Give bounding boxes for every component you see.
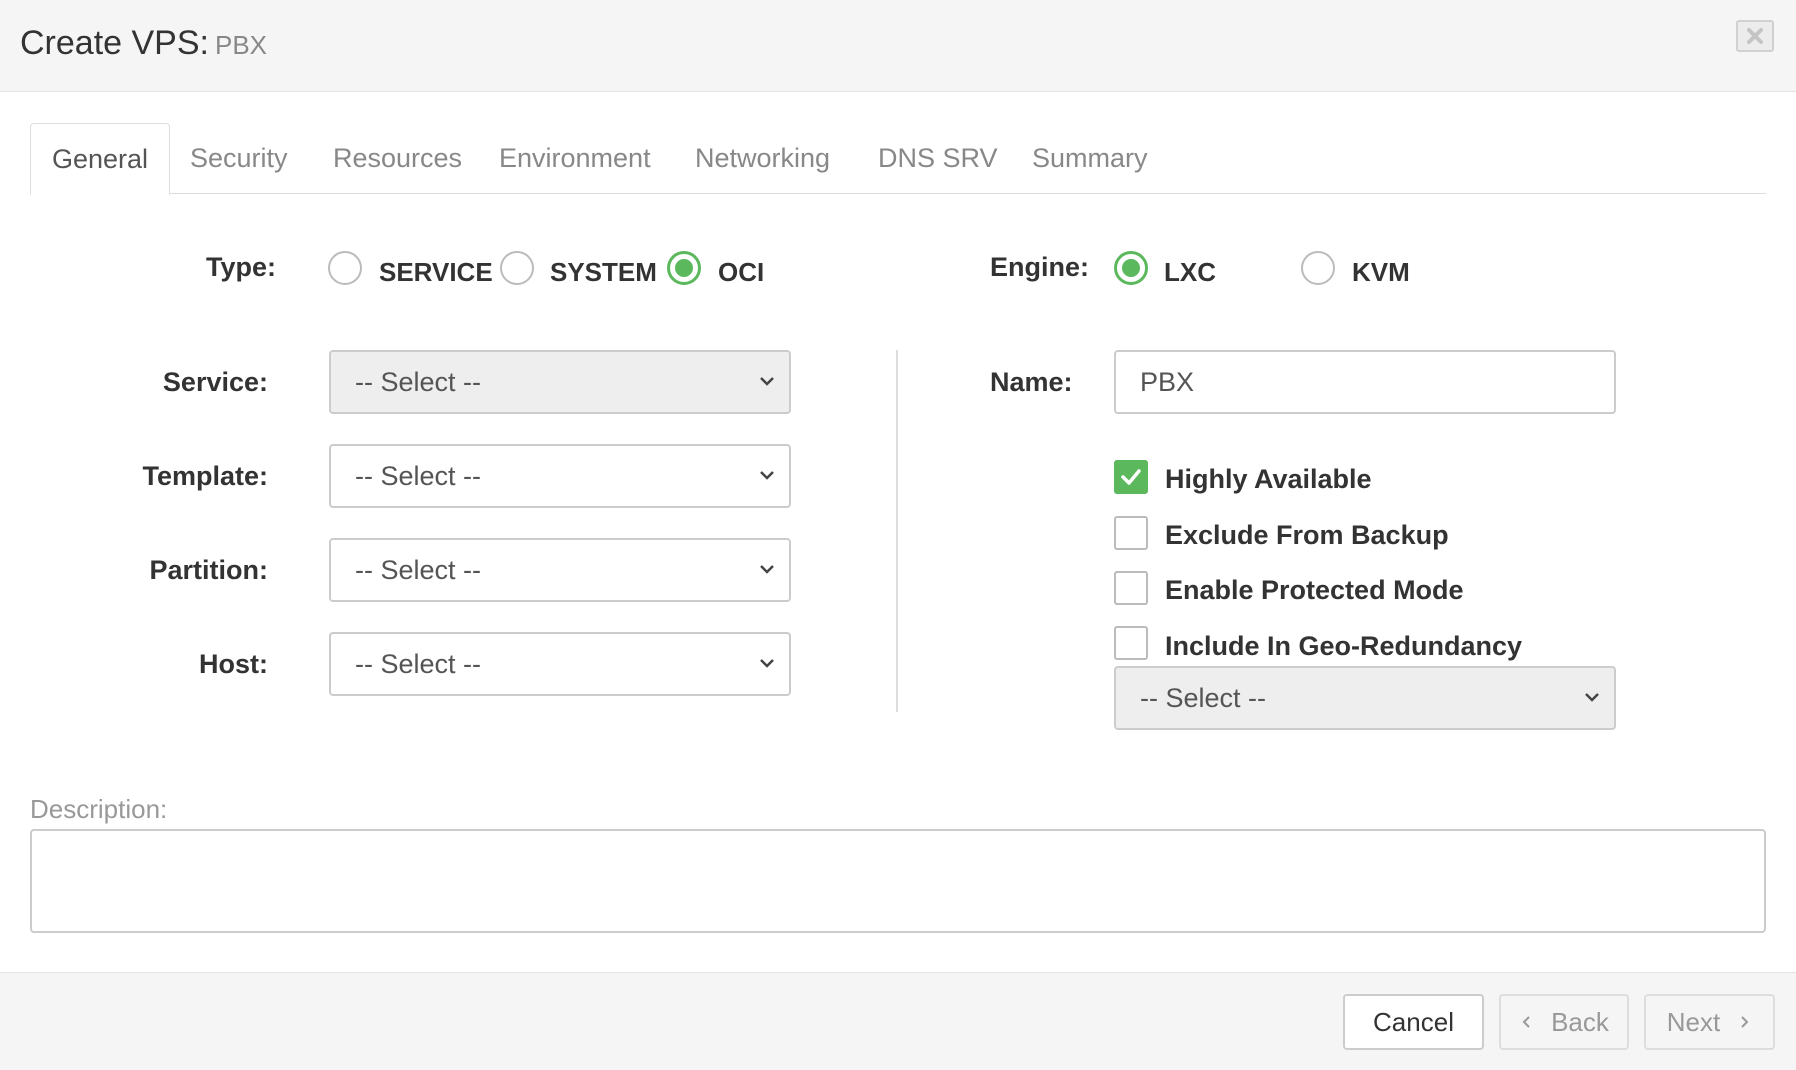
name-input[interactable]: PBX bbox=[1114, 350, 1616, 414]
next-button-label: Next bbox=[1666, 1006, 1721, 1037]
service-select-value: -- Select -- bbox=[355, 367, 482, 397]
engine-option-kvm-label: KVM bbox=[1352, 257, 1410, 287]
description-label: Description: bbox=[30, 794, 168, 824]
type-option-system-label: SYSTEM bbox=[550, 257, 657, 287]
tab-summary[interactable]: Summary bbox=[1032, 123, 1148, 194]
tab-environment[interactable]: Environment bbox=[499, 123, 651, 194]
geo-redundancy-select-value: -- Select -- bbox=[1140, 683, 1267, 713]
host-label: Host: bbox=[199, 649, 268, 679]
tab-security[interactable]: Security bbox=[190, 123, 288, 194]
partition-select-value: -- Select -- bbox=[355, 555, 482, 585]
chevron-right-icon bbox=[1741, 1016, 1749, 1028]
cancel-button[interactable]: Cancel bbox=[1343, 994, 1484, 1050]
type-radio-oci[interactable] bbox=[667, 251, 701, 285]
description-textarea[interactable] bbox=[30, 829, 1766, 933]
engine-label: Engine: bbox=[990, 252, 1089, 282]
geo-redundancy-select[interactable]: -- Select -- bbox=[1114, 666, 1616, 730]
highly-available-checkbox[interactable] bbox=[1114, 460, 1148, 494]
chevron-down-icon bbox=[1585, 693, 1599, 702]
template-select[interactable]: -- Select -- bbox=[329, 444, 791, 508]
tab-dns-srv[interactable]: DNS SRV bbox=[878, 123, 998, 194]
include-geo-redundancy-checkbox[interactable] bbox=[1114, 626, 1148, 660]
dialog-title: Create VPS: PBX bbox=[20, 24, 267, 63]
tab-resources[interactable]: Resources bbox=[333, 123, 462, 194]
partition-label: Partition: bbox=[149, 555, 269, 585]
type-label: Type: bbox=[206, 252, 277, 282]
dialog-title-text: Create VPS: bbox=[20, 24, 209, 62]
tab-general[interactable]: General bbox=[30, 123, 171, 195]
tab-networking[interactable]: Networking bbox=[695, 123, 830, 194]
close-button[interactable] bbox=[1736, 20, 1774, 52]
back-button[interactable]: Back bbox=[1499, 994, 1629, 1050]
close-icon bbox=[1747, 28, 1763, 44]
cancel-button-label: Cancel bbox=[1373, 1006, 1454, 1037]
tab-bar: General Security Resources Environment N… bbox=[30, 123, 1766, 195]
enable-protected-mode-label: Enable Protected Mode bbox=[1165, 575, 1464, 605]
back-button-label: Back bbox=[1551, 1006, 1609, 1037]
host-select[interactable]: -- Select -- bbox=[329, 632, 791, 696]
chevron-down-icon bbox=[760, 471, 774, 480]
partition-select[interactable]: -- Select -- bbox=[329, 538, 791, 602]
type-option-service-label: SERVICE bbox=[379, 257, 493, 287]
include-geo-redundancy-label: Include In Geo-Redundancy bbox=[1165, 631, 1523, 661]
service-label: Service: bbox=[162, 367, 268, 397]
template-select-value: -- Select -- bbox=[355, 461, 482, 491]
type-radio-system[interactable] bbox=[500, 251, 534, 285]
type-option-oci-label: OCI bbox=[718, 257, 765, 287]
type-radio-service[interactable] bbox=[328, 251, 362, 285]
engine-radio-lxc[interactable] bbox=[1114, 251, 1148, 285]
exclude-from-backup-label: Exclude From Backup bbox=[1165, 520, 1449, 550]
host-select-value: -- Select -- bbox=[355, 649, 482, 679]
checkmark-icon bbox=[1121, 469, 1141, 485]
exclude-from-backup-checkbox[interactable] bbox=[1114, 516, 1148, 550]
engine-option-lxc-label: LXC bbox=[1164, 257, 1216, 287]
template-label: Template: bbox=[142, 461, 268, 491]
column-divider bbox=[896, 350, 898, 712]
highly-available-label: Highly Available bbox=[1165, 464, 1372, 494]
service-select[interactable]: -- Select -- bbox=[329, 350, 791, 414]
chevron-down-icon bbox=[760, 659, 774, 668]
dialog-subtitle: PBX bbox=[214, 30, 268, 60]
next-button[interactable]: Next bbox=[1644, 994, 1775, 1050]
chevron-left-icon bbox=[1522, 1016, 1530, 1028]
enable-protected-mode-checkbox[interactable] bbox=[1114, 571, 1148, 605]
engine-radio-kvm[interactable] bbox=[1301, 251, 1335, 285]
name-input-value: PBX bbox=[1140, 367, 1195, 397]
dialog-header: Create VPS: PBX bbox=[0, 0, 1796, 92]
chevron-down-icon bbox=[760, 565, 774, 574]
name-label: Name: bbox=[990, 367, 1073, 397]
chevron-down-icon bbox=[760, 377, 774, 386]
